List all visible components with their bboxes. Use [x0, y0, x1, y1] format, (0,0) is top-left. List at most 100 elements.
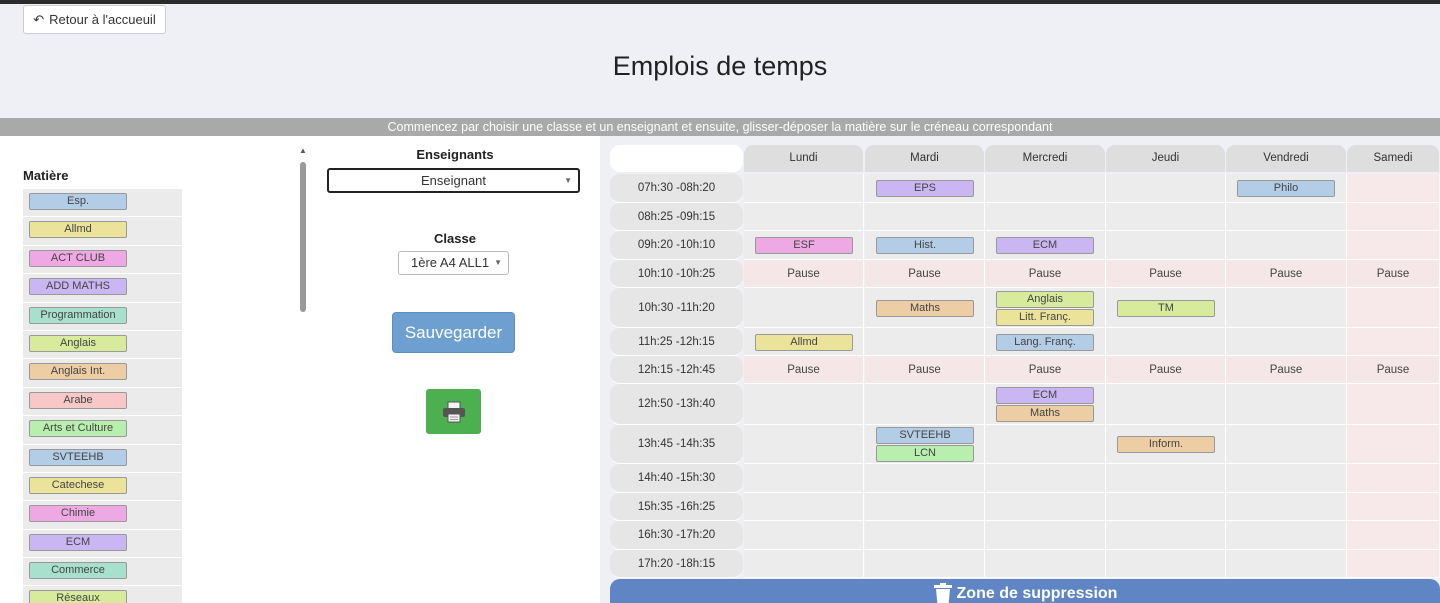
- scheduled-subject-chip[interactable]: Lang. Franç.: [996, 334, 1094, 351]
- timeslot-cell[interactable]: [1226, 288, 1347, 328]
- timeslot-cell[interactable]: [985, 521, 1106, 550]
- timeslot-cell[interactable]: [744, 203, 864, 231]
- timeslot-cell[interactable]: [985, 203, 1106, 231]
- timeslot-cell[interactable]: [744, 425, 864, 464]
- timeslot-cell[interactable]: [1226, 493, 1347, 521]
- timeslot-cell[interactable]: [985, 464, 1106, 493]
- timeslot-cell[interactable]: [744, 174, 864, 203]
- timeslot-cell[interactable]: [1347, 521, 1440, 550]
- timeslot-cell[interactable]: [744, 384, 864, 425]
- timeslot-cell[interactable]: ECM: [985, 231, 1106, 260]
- subject-chip[interactable]: Anglais: [29, 334, 127, 352]
- timeslot-cell[interactable]: TM: [1106, 288, 1226, 328]
- subject-chip[interactable]: ADD MATHS: [29, 278, 127, 296]
- timeslot-cell[interactable]: [1347, 464, 1440, 493]
- timeslot-cell[interactable]: [1347, 384, 1440, 425]
- back-home-button[interactable]: ↶ Retour à l'accueuil: [23, 5, 166, 34]
- delete-drop-zone[interactable]: Zone de suppression: [610, 579, 1440, 603]
- timeslot-cell[interactable]: [744, 521, 864, 550]
- scrollbar-thumb[interactable]: [300, 162, 306, 312]
- scheduled-subject-chip[interactable]: Inform.: [1117, 436, 1215, 453]
- scheduled-subject-chip[interactable]: ECM: [996, 387, 1094, 404]
- scheduled-subject-chip[interactable]: Allmd: [755, 334, 853, 351]
- teacher-select[interactable]: Enseignant ▼: [327, 168, 580, 193]
- scheduled-subject-chip[interactable]: Hist.: [876, 237, 974, 254]
- print-button[interactable]: [426, 389, 481, 434]
- subject-chip[interactable]: SVTEEHB: [29, 448, 127, 466]
- timeslot-cell[interactable]: Philo: [1226, 174, 1347, 203]
- timeslot-cell[interactable]: [1347, 231, 1440, 260]
- scheduled-subject-chip[interactable]: Philo: [1237, 180, 1335, 197]
- timeslot-cell[interactable]: [1226, 203, 1347, 231]
- timeslot-cell[interactable]: [1106, 174, 1226, 203]
- timeslot-cell[interactable]: [1347, 328, 1440, 356]
- timeslot-cell[interactable]: [1226, 464, 1347, 493]
- timeslot-cell[interactable]: [1226, 384, 1347, 425]
- timeslot-cell[interactable]: [1106, 231, 1226, 260]
- timeslot-cell[interactable]: [1347, 288, 1440, 328]
- timeslot-cell[interactable]: [865, 550, 985, 578]
- timeslot-cell[interactable]: [865, 464, 985, 493]
- timeslot-cell[interactable]: [985, 425, 1106, 464]
- timeslot-cell[interactable]: [865, 521, 985, 550]
- timeslot-cell[interactable]: [1106, 203, 1226, 231]
- timeslot-cell[interactable]: Lang. Franç.: [985, 328, 1106, 356]
- subject-chip[interactable]: Catechese: [29, 476, 127, 494]
- scheduled-subject-chip[interactable]: TM: [1117, 300, 1215, 317]
- timeslot-cell[interactable]: [985, 493, 1106, 521]
- scroll-up-icon[interactable]: ▲: [299, 146, 307, 155]
- subject-chip[interactable]: Esp.: [29, 193, 127, 210]
- subject-chip[interactable]: Arabe: [29, 391, 127, 409]
- timeslot-cell[interactable]: Hist.: [865, 231, 985, 260]
- timeslot-cell[interactable]: [985, 174, 1106, 203]
- timeslot-cell[interactable]: [1347, 425, 1440, 464]
- timeslot-cell[interactable]: [1106, 521, 1226, 550]
- timeslot-cell[interactable]: [1347, 493, 1440, 521]
- timeslot-cell[interactable]: [865, 328, 985, 356]
- subject-scrollbar[interactable]: ▲: [297, 146, 309, 603]
- timeslot-cell[interactable]: [1226, 521, 1347, 550]
- subject-chip[interactable]: Réseaux: [29, 590, 127, 603]
- timeslot-cell[interactable]: [1347, 550, 1440, 578]
- scheduled-subject-chip[interactable]: Maths: [996, 405, 1094, 422]
- subject-chip[interactable]: Allmd: [29, 221, 127, 239]
- scheduled-subject-chip[interactable]: Maths: [876, 300, 974, 317]
- timeslot-cell[interactable]: [865, 384, 985, 425]
- subject-chip[interactable]: Programmation: [29, 306, 127, 324]
- timeslot-cell[interactable]: [744, 493, 864, 521]
- timeslot-cell[interactable]: [1347, 203, 1440, 231]
- subject-chip[interactable]: ACT CLUB: [29, 249, 127, 267]
- scheduled-subject-chip[interactable]: SVTEEHB: [876, 427, 974, 444]
- timeslot-cell[interactable]: Maths: [865, 288, 985, 328]
- subject-chip[interactable]: Anglais Int.: [29, 363, 127, 381]
- timeslot-cell[interactable]: [744, 288, 864, 328]
- timeslot-cell[interactable]: ESF: [744, 231, 864, 260]
- scheduled-subject-chip[interactable]: EPS: [876, 180, 974, 197]
- timeslot-cell[interactable]: [744, 464, 864, 493]
- timeslot-cell[interactable]: [744, 550, 864, 578]
- timeslot-cell[interactable]: [1106, 384, 1226, 425]
- timeslot-cell[interactable]: [1226, 231, 1347, 260]
- timeslot-cell[interactable]: Anglais Litt. Franç.: [985, 288, 1106, 328]
- subject-chip[interactable]: Commerce: [29, 562, 127, 580]
- subject-chip[interactable]: ECM: [29, 533, 127, 551]
- timeslot-cell[interactable]: Inform.: [1106, 425, 1226, 464]
- timeslot-cell[interactable]: [1106, 550, 1226, 578]
- timeslot-cell[interactable]: [1226, 328, 1347, 356]
- timeslot-cell[interactable]: EPS: [865, 174, 985, 203]
- scheduled-subject-chip[interactable]: Anglais: [996, 291, 1094, 308]
- timeslot-cell[interactable]: [865, 493, 985, 521]
- subject-chip[interactable]: Chimie: [29, 505, 127, 523]
- class-select[interactable]: 1ère A4 ALL1 ▼: [398, 251, 509, 275]
- timeslot-cell[interactable]: [1106, 493, 1226, 521]
- timeslot-cell[interactable]: [1226, 550, 1347, 578]
- timeslot-cell[interactable]: Allmd: [744, 328, 864, 356]
- timeslot-cell[interactable]: [1226, 425, 1347, 464]
- scheduled-subject-chip[interactable]: LCN: [876, 445, 974, 462]
- scheduled-subject-chip[interactable]: ECM: [996, 237, 1094, 254]
- timeslot-cell[interactable]: SVTEEHB LCN: [865, 425, 985, 464]
- subject-chip[interactable]: Arts et Culture: [29, 420, 127, 438]
- scheduled-subject-chip[interactable]: Litt. Franç.: [996, 309, 1094, 326]
- timeslot-cell[interactable]: ECM Maths: [985, 384, 1106, 425]
- scheduled-subject-chip[interactable]: ESF: [755, 237, 853, 254]
